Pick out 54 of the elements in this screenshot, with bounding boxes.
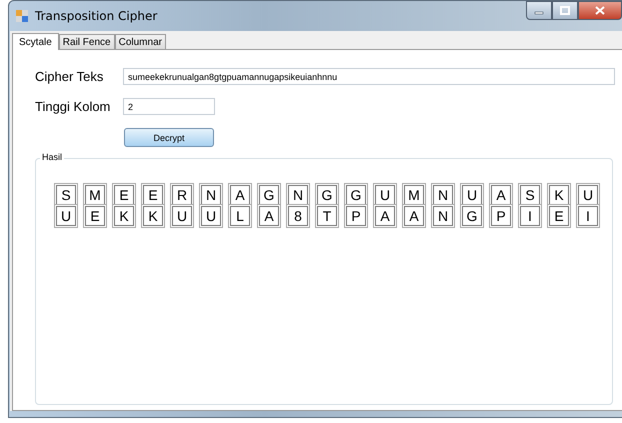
letter-cell: U bbox=[56, 206, 76, 226]
letter-cell: N bbox=[201, 185, 221, 205]
letter-cell: U bbox=[375, 185, 395, 205]
window-title: Transposition Cipher bbox=[35, 9, 158, 23]
close-icon bbox=[595, 6, 605, 15]
letter-cell: T bbox=[317, 206, 337, 226]
letter-cell: A bbox=[404, 206, 424, 226]
letter-cell: G bbox=[346, 185, 366, 205]
letter-cell: G bbox=[317, 185, 337, 205]
letter-cell: E bbox=[143, 185, 163, 205]
letter-cell: U bbox=[462, 185, 482, 205]
letter-cell: P bbox=[491, 206, 511, 226]
letter-cell: K bbox=[143, 206, 163, 226]
letter-cell: A bbox=[259, 206, 279, 226]
decrypt-button[interactable]: Decrypt bbox=[124, 128, 214, 147]
maximize-icon bbox=[560, 6, 570, 15]
letter-cell: E bbox=[85, 206, 105, 226]
letter-cell: A bbox=[375, 206, 395, 226]
height-label: Tinggi Kolom bbox=[35, 99, 112, 114]
letter-cell: M bbox=[404, 185, 424, 205]
tab[interactable]: Rail Fence bbox=[58, 34, 115, 49]
tab[interactable]: Scytale bbox=[12, 33, 59, 50]
letter-cell: G bbox=[462, 206, 482, 226]
letter-cell: L bbox=[230, 206, 250, 226]
cipher-label: Cipher Teks bbox=[35, 69, 104, 84]
letter-cell: N bbox=[288, 185, 308, 205]
letter-cell: U bbox=[201, 206, 221, 226]
letter-cell: G bbox=[259, 185, 279, 205]
letter-cell: E bbox=[114, 185, 134, 205]
column-height-field[interactable]: 2 bbox=[123, 98, 215, 115]
group-title: Hasil bbox=[40, 152, 64, 162]
letter-cell: M bbox=[85, 185, 105, 205]
letter-cell: K bbox=[549, 185, 569, 205]
letter-cell: U bbox=[172, 206, 192, 226]
letter-cell: N bbox=[433, 206, 453, 226]
letter-cell: I bbox=[520, 206, 540, 226]
letter-cell: N bbox=[433, 185, 453, 205]
letter-cell: R bbox=[172, 185, 192, 205]
close-button[interactable] bbox=[578, 1, 622, 20]
letter-cell: U bbox=[578, 185, 598, 205]
letter-cell: S bbox=[56, 185, 76, 205]
letter-cell: I bbox=[578, 206, 598, 226]
letter-cell: A bbox=[230, 185, 250, 205]
tab[interactable]: Columnar bbox=[114, 34, 166, 49]
cipher-text-field[interactable]: sumeekekrunualgan8gtgpuamannugapsikeuianhnnu bbox=[123, 68, 615, 85]
letter-cell: S bbox=[520, 185, 540, 205]
minimize-button[interactable] bbox=[526, 1, 552, 20]
letter-cell: A bbox=[491, 185, 511, 205]
letter-cell: 8 bbox=[288, 206, 308, 226]
letter-cell: P bbox=[346, 206, 366, 226]
letter-cell: K bbox=[114, 206, 134, 226]
maximize-button[interactable] bbox=[552, 1, 578, 20]
letter-cell: E bbox=[549, 206, 569, 226]
app-icon bbox=[15, 9, 29, 23]
